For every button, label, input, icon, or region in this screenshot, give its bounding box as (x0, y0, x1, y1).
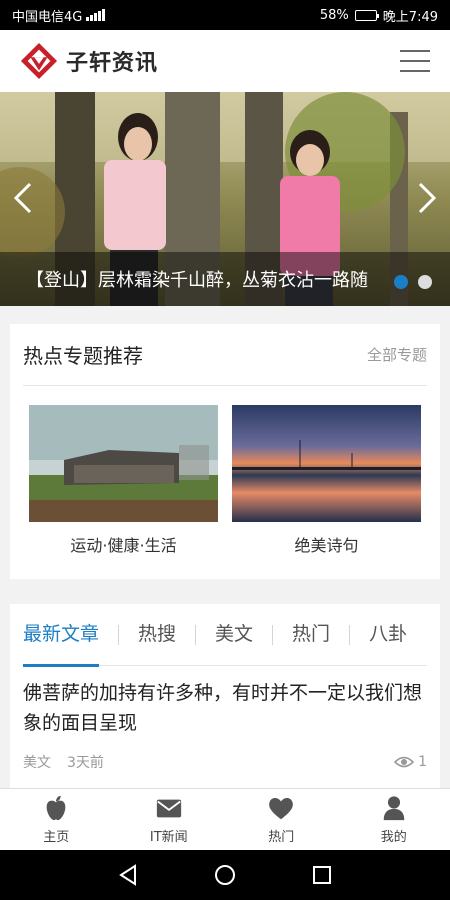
back-triangle-icon[interactable] (117, 864, 139, 886)
tab-popular[interactable]: 热门 (292, 604, 330, 666)
article-item[interactable]: 佛菩萨的加持有许多种，有时并不一定以我们想象的面目呈现 美文 3天前 1 (10, 678, 440, 772)
nav-label: 热门 (268, 830, 295, 845)
carrier-label: 中国电信4G (12, 9, 83, 25)
recents-square-icon[interactable] (311, 864, 333, 886)
article-time: 3天前 (67, 755, 104, 771)
bottom-nav: 主页 IT新闻 热门 我的 (0, 788, 450, 850)
article-views: 1 (394, 754, 427, 770)
topics-title: 热点专题推荐 (23, 344, 143, 368)
eye-icon (394, 756, 415, 768)
app-header: 子轩资讯 (0, 30, 450, 92)
tab-divider (118, 624, 120, 645)
article-category: 美文 (23, 755, 51, 771)
chevron-left-icon[interactable] (10, 180, 36, 216)
nav-mine[interactable]: 我的 (338, 789, 450, 850)
nav-label: 我的 (380, 830, 407, 845)
tab-latest[interactable]: 最新文章 (23, 604, 100, 667)
banner-carousel[interactable]: 【登山】层林霜染千山醉，丛菊衣沾一路随 (0, 92, 450, 306)
topics-header: 热点专题推荐 全部专题 (23, 324, 427, 386)
carousel-dot[interactable] (418, 275, 432, 289)
tab-divider (272, 624, 274, 645)
tab-divider (195, 624, 197, 645)
carousel-indicators (394, 275, 432, 289)
status-bar: 中国电信4G 58% 晚上7:49 (0, 0, 450, 30)
nav-label: 主页 (43, 830, 70, 845)
view-count: 1 (418, 754, 427, 770)
topic-item-sports[interactable]: 运动·健康·生活 (29, 405, 218, 556)
hamburger-menu-icon[interactable] (400, 50, 430, 72)
apple-icon (46, 795, 66, 821)
tab-essays[interactable]: 美文 (215, 604, 253, 666)
nav-label: IT新闻 (149, 830, 188, 845)
article-tabs: 最新文章 热搜 美文 热门 八卦 (23, 604, 427, 667)
mail-icon (156, 799, 181, 818)
all-topics-link[interactable]: 全部专题 (367, 344, 427, 365)
app-name: 子轩资讯 (66, 51, 159, 76)
heart-icon (269, 797, 294, 820)
tab-gossip[interactable]: 八卦 (369, 604, 407, 666)
tab-hot-search[interactable]: 热搜 (138, 604, 176, 666)
carousel-dot-active[interactable] (394, 275, 408, 289)
tab-divider (349, 624, 351, 645)
battery-icon (354, 9, 379, 21)
article-meta: 美文 3天前 1 (23, 752, 427, 772)
articles-card: 最新文章 热搜 美文 热门 八卦 佛菩萨的加持有许多种，有时并不一定以我们想象的… (10, 604, 440, 794)
diamond-logo-icon (20, 42, 58, 80)
system-nav-bar (0, 850, 450, 900)
home-circle-icon[interactable] (214, 864, 236, 886)
topic-image (29, 405, 218, 522)
chevron-right-icon[interactable] (414, 180, 440, 216)
clock: 晚上7:49 (382, 9, 438, 25)
topic-name: 绝美诗句 (294, 536, 359, 555)
article-title[interactable]: 佛菩萨的加持有许多种，有时并不一定以我们想象的面目呈现 (23, 678, 427, 738)
nav-hot[interactable]: 热门 (225, 789, 338, 850)
topic-item-poetry[interactable]: 绝美诗句 (232, 405, 421, 556)
topic-image (232, 405, 421, 522)
battery-percent: 58% (319, 7, 349, 23)
user-icon (383, 796, 405, 821)
nav-it-news[interactable]: IT新闻 (113, 789, 226, 850)
topic-name: 运动·健康·生活 (70, 536, 177, 555)
nav-home[interactable]: 主页 (0, 789, 113, 850)
banner-caption[interactable]: 【登山】层林霜染千山醉，丛菊衣沾一路随 (0, 252, 450, 306)
hot-topics-card: 热点专题推荐 全部专题 运动·健康·生活 绝美诗句 (10, 324, 440, 579)
signal-icon (86, 9, 106, 21)
logo[interactable]: 子轩资讯 (20, 42, 158, 80)
